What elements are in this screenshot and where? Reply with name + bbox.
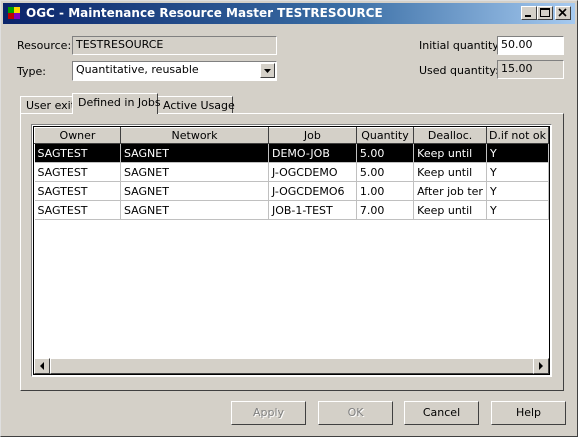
type-select[interactable]: Quantitative, reusable <box>72 61 277 81</box>
minimize-button[interactable] <box>521 6 537 20</box>
resource-label: Resource: <box>17 39 72 52</box>
apply-button[interactable]: Apply <box>231 401 306 425</box>
tab-active-usage[interactable]: Active Usage <box>157 96 235 114</box>
cell-job: JOB-1-TEST <box>268 200 357 220</box>
cell-job: DEMO-JOB <box>268 143 357 163</box>
cell-quantity: 5.00 <box>356 162 415 182</box>
maximize-icon <box>540 8 550 17</box>
cell-dealloc: After job ter <box>413 181 487 201</box>
cell-d-if-not-ok: Y <box>486 200 549 220</box>
initial-quantity-label: Initial quantity: <box>419 39 502 52</box>
scroll-thumb[interactable] <box>50 358 542 374</box>
jobs-list[interactable]: Owner Network Job Quantity Dealloc. D.if… <box>31 124 552 377</box>
cell-d-if-not-ok: Y <box>486 143 549 163</box>
cell-owner: SAGTEST <box>34 143 121 163</box>
cell-job: J-OGCDEMO <box>268 162 357 182</box>
app-icon <box>8 7 20 19</box>
table-row[interactable]: SAGTEST SAGNET JOB-1-TEST 7.00 Keep unti… <box>34 200 549 220</box>
cell-dealloc: Keep until <box>413 162 487 182</box>
arrow-left-icon <box>40 362 44 370</box>
ok-button[interactable]: OK <box>318 401 393 425</box>
type-dropdown-button[interactable] <box>260 63 275 78</box>
cell-dealloc: Keep until <box>413 143 487 163</box>
scroll-right-button[interactable] <box>533 358 549 374</box>
column-header-owner[interactable]: Owner <box>34 127 121 144</box>
cell-quantity: 7.00 <box>356 200 415 220</box>
table-row[interactable]: SAGTEST SAGNET DEMO-JOB 5.00 Keep until … <box>34 143 549 163</box>
column-header-network[interactable]: Network <box>120 127 269 144</box>
cell-owner: SAGTEST <box>34 181 121 201</box>
horizontal-scrollbar[interactable] <box>34 358 549 374</box>
jobs-table: Owner Network Job Quantity Dealloc. D.if… <box>34 127 549 220</box>
column-header-dealloc[interactable]: Dealloc. <box>413 127 487 144</box>
cancel-button[interactable]: Cancel <box>404 401 479 425</box>
type-label: Type: <box>17 65 46 78</box>
help-button[interactable]: Help <box>491 401 566 425</box>
cell-quantity: 1.00 <box>356 181 415 201</box>
initial-quantity-input[interactable]: 50.00 <box>497 36 564 55</box>
title-bar[interactable]: OGC - Maintenance Resource Master TESTRE… <box>3 3 575 24</box>
resource-field: TESTRESOURCE <box>72 36 277 55</box>
cell-network: SAGNET <box>120 200 269 220</box>
close-icon <box>558 8 567 17</box>
cell-d-if-not-ok: Y <box>486 162 549 182</box>
column-header-job[interactable]: Job <box>267 127 357 144</box>
cell-job: J-OGCDEMO6 <box>268 181 357 201</box>
table-row[interactable]: SAGTEST SAGNET J-OGCDEMO6 1.00 After job… <box>34 181 549 201</box>
column-header-quantity[interactable]: Quantity <box>355 127 415 144</box>
column-header-d-if-not-ok[interactable]: D.if not ok <box>485 127 549 144</box>
table-header-row: Owner Network Job Quantity Dealloc. D.if… <box>34 127 549 144</box>
cell-owner: SAGTEST <box>34 162 121 182</box>
cell-quantity: 5.00 <box>356 143 415 163</box>
main-window: OGC - Maintenance Resource Master TESTRE… <box>0 0 578 437</box>
close-button[interactable] <box>555 6 571 20</box>
used-quantity-label: Used quantity: <box>419 64 499 77</box>
cell-network: SAGNET <box>120 181 269 201</box>
tab-defined-in-jobs[interactable]: Defined in Jobs <box>72 93 161 114</box>
cell-dealloc: Keep until <box>413 200 487 220</box>
arrow-right-icon <box>539 362 543 370</box>
cell-d-if-not-ok: Y <box>486 181 549 201</box>
maximize-button[interactable] <box>537 6 553 20</box>
scroll-left-button[interactable] <box>34 358 50 374</box>
cell-owner: SAGTEST <box>34 200 121 220</box>
used-quantity-field: 15.00 <box>497 60 564 79</box>
chevron-down-icon <box>264 69 271 73</box>
minimize-icon <box>525 15 531 17</box>
window-title: OGC - Maintenance Resource Master TESTRE… <box>26 6 383 20</box>
type-select-value: Quantitative, reusable <box>76 63 199 76</box>
tab-user-exit[interactable]: User exit <box>20 96 75 114</box>
cell-network: SAGNET <box>120 143 269 163</box>
table-row[interactable]: SAGTEST SAGNET J-OGCDEMO 5.00 Keep until… <box>34 162 549 182</box>
cell-network: SAGNET <box>120 162 269 182</box>
